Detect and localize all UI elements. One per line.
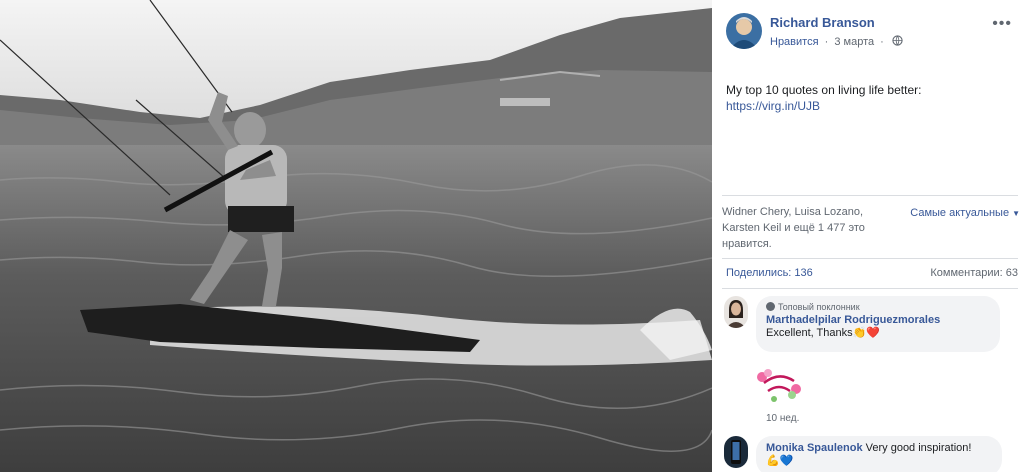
more-options-icon[interactable]: ••• (992, 15, 1012, 33)
comment-body: Monika Spaulenok Very good inspiration! (766, 442, 992, 454)
post-link[interactable]: https://virg.in/UJB (726, 98, 1006, 114)
top-fan-icon (766, 302, 775, 311)
likes-summary[interactable]: Widner Chery, Luisa Lozano, Karsten Keil… (722, 204, 882, 252)
comment-bubble: Monika Spaulenok Very good inspiration! … (756, 436, 1002, 472)
top-fan-label: Топовый поклонник (778, 302, 860, 312)
page-like-link[interactable]: Нравится (770, 36, 819, 48)
sort-label: Самые актуальные (910, 207, 1010, 219)
divider (722, 258, 1018, 259)
commenter-name[interactable]: Marthadelpilar Rodriguezmorales (766, 314, 990, 326)
commenter-avatar[interactable] (724, 296, 748, 328)
thank-you-sticker (757, 369, 801, 402)
top-fan-badge: Топовый поклонник (766, 302, 990, 312)
post-header: Richard Branson Нравится · 3 марта · ••• (726, 13, 1016, 53)
comment-emoji: 💪💙 (766, 455, 794, 467)
post-text: My top 10 quotes on living life better: … (726, 82, 1006, 114)
commenter-name[interactable]: Monika Spaulenok (766, 442, 863, 454)
meta-separator: · (880, 36, 884, 48)
post-sidebar: Richard Branson Нравится · 3 марта · •••… (712, 0, 1024, 472)
globe-icon (892, 35, 903, 46)
post-date[interactable]: 3 марта (834, 36, 874, 48)
meta-separator: · (824, 36, 829, 48)
post-photo[interactable] (0, 0, 712, 472)
comment-time[interactable]: 10 нед. (766, 413, 799, 424)
divider (722, 195, 1018, 196)
divider (722, 288, 1018, 289)
sort-comments-dropdown[interactable]: Самые актуальные ▼ (910, 207, 1020, 219)
post-message: My top 10 quotes on living life better: (726, 83, 922, 97)
comment-bubble: Топовый поклонник Marthadelpilar Rodrigu… (756, 296, 1000, 352)
author-name[interactable]: Richard Branson (770, 15, 875, 30)
kitesurfing-photo (0, 0, 712, 472)
shares-count[interactable]: Поделились: 136 (726, 267, 813, 279)
comment-text: Excellent, Thanks👏❤️ (766, 327, 881, 339)
caret-down-icon: ▼ (1012, 209, 1020, 218)
author-avatar[interactable] (726, 13, 762, 49)
commenter-avatar[interactable] (724, 436, 748, 468)
comments-count[interactable]: Комментарии: 63 (930, 267, 1018, 279)
post-meta: Нравится · 3 марта · (770, 35, 903, 48)
comment-text: Very good inspiration! (865, 442, 972, 454)
